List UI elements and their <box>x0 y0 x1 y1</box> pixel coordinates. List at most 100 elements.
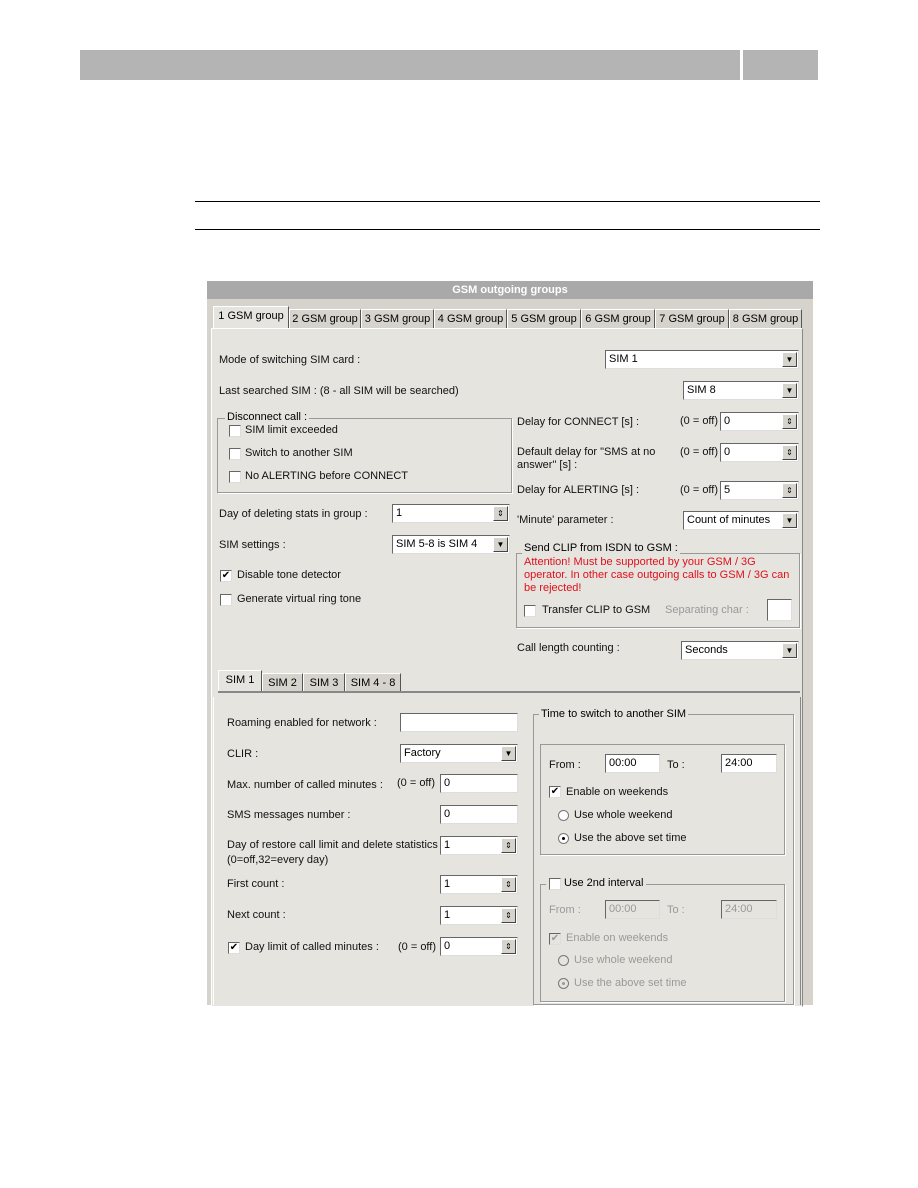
delay-sms-spinner[interactable]: 0 ⇕ <box>720 443 799 462</box>
call-length-value: Seconds <box>685 644 728 656</box>
last-searched-label: Last searched SIM : (8 - all SIM will be… <box>219 385 459 397</box>
separating-char-label: Separating char : <box>665 604 749 616</box>
spin-arrows-icon[interactable]: ⇕ <box>782 414 797 429</box>
call-length-select[interactable]: Seconds ▼ <box>681 641 799 660</box>
restore-day-spinner[interactable]: 1 ⇕ <box>440 836 518 855</box>
virtual-ring-checkbox[interactable] <box>220 594 232 606</box>
virtual-ring-label: Generate virtual ring tone <box>237 593 362 605</box>
next-count-value: 1 <box>444 909 451 921</box>
first-count-spinner[interactable]: 1 ⇕ <box>440 875 518 894</box>
enable-weekends-2-checkbox[interactable]: ✔ <box>549 933 561 945</box>
tab-sim-3[interactable]: SIM 3 <box>303 673 345 691</box>
tab-4-gsm-group[interactable]: 4 GSM group <box>434 309 507 328</box>
last-searched-value: SIM 8 <box>687 384 716 396</box>
tab-8-gsm-group[interactable]: 8 GSM group <box>729 309 802 328</box>
day-delete-label: Day of deleting stats in group : <box>219 508 368 520</box>
spin-arrows-icon[interactable]: ⇕ <box>782 445 797 460</box>
sim-limit-label: SIM limit exceeded <box>245 424 338 436</box>
transfer-clip-label: Transfer CLIP to GSM <box>542 604 651 616</box>
first-count-label: First count : <box>227 878 285 890</box>
day-limit-checkbox[interactable]: ✔ <box>228 942 240 954</box>
spin-arrows-icon[interactable]: ⇕ <box>501 838 516 853</box>
sms-number-label: SMS messages number : <box>227 809 351 821</box>
sim-settings-select[interactable]: SIM 5-8 is SIM 4 ▼ <box>392 535 510 554</box>
first-count-value: 1 <box>444 878 451 890</box>
page-header-bar <box>80 50 740 80</box>
whole-weekend-label: Use whole weekend <box>574 809 673 821</box>
mode-select[interactable]: SIM 1 ▼ <box>605 350 799 369</box>
next-count-spinner[interactable]: 1 ⇕ <box>440 906 518 925</box>
from-time-input[interactable]: 00:00 <box>605 754 660 773</box>
tab-5-gsm-group[interactable]: 5 GSM group <box>507 309 581 328</box>
tab-2-gsm-group[interactable]: 2 GSM group <box>289 309 361 328</box>
day-limit-spinner[interactable]: 0 ⇕ <box>440 937 518 956</box>
sim-tab-divider <box>218 691 800 693</box>
restore-day-hint: (0=off,32=every day) <box>227 854 329 866</box>
off-hint: (0 = off) <box>680 415 719 427</box>
tab-3-gsm-group[interactable]: 3 GSM group <box>361 309 434 328</box>
delay-connect-label: Delay for CONNECT [s] : <box>517 416 640 428</box>
above-time-radio[interactable] <box>558 833 569 844</box>
whole-weekend-2-radio[interactable] <box>558 955 569 966</box>
sim-settings-label: SIM settings : <box>219 539 286 551</box>
off-hint: (0 = off) <box>680 446 719 458</box>
tab-sim-1[interactable]: SIM 1 <box>218 670 262 691</box>
chevron-down-icon: ▼ <box>782 643 797 658</box>
delay-alert-spinner[interactable]: 5 ⇕ <box>720 481 799 500</box>
chevron-down-icon: ▼ <box>501 746 516 761</box>
roaming-input[interactable] <box>400 713 518 732</box>
to-time-2-input[interactable]: 24:00 <box>721 900 777 919</box>
restore-day-label: Day of restore call limit and delete sta… <box>227 839 445 851</box>
separating-char-input[interactable] <box>767 599 792 621</box>
tab-sim-4-8[interactable]: SIM 4 - 8 <box>345 673 401 691</box>
to-label: To : <box>667 904 685 916</box>
switch-sim-label: Switch to another SIM <box>245 447 353 459</box>
above-time-2-radio[interactable] <box>558 978 569 989</box>
divider <box>195 229 820 230</box>
clir-select[interactable]: Factory ▼ <box>400 744 518 763</box>
clir-label: CLIR : <box>227 748 259 760</box>
tab-7-gsm-group[interactable]: 7 GSM group <box>655 309 729 328</box>
delay-alert-value: 5 <box>724 484 731 496</box>
enable-weekends-2-label: Enable on weekends <box>566 932 669 944</box>
disable-tone-checkbox[interactable]: ✔ <box>220 570 232 582</box>
tab-1-gsm-group[interactable]: 1 GSM group <box>213 306 289 329</box>
chevron-down-icon: ▼ <box>782 352 797 367</box>
enable-weekends-label: Enable on weekends <box>566 786 669 798</box>
max-minutes-input[interactable]: 0 <box>440 774 518 793</box>
no-alerting-checkbox[interactable] <box>229 471 241 483</box>
from-label: From : <box>549 759 581 771</box>
no-alerting-label: No ALERTING before CONNECT <box>245 470 409 482</box>
last-searched-select[interactable]: SIM 8 ▼ <box>683 381 799 400</box>
above-time-label: Use the above set time <box>574 832 687 844</box>
day-delete-spinner[interactable]: 1 ⇕ <box>392 504 510 523</box>
to-time-input[interactable]: 24:00 <box>721 754 777 773</box>
spin-arrows-icon[interactable]: ⇕ <box>501 908 516 923</box>
switch-sim-checkbox[interactable] <box>229 448 241 460</box>
time-switch-legend: Time to switch to another SIM <box>539 708 689 720</box>
mode-value: SIM 1 <box>609 353 638 365</box>
delay-connect-value: 0 <box>724 415 731 427</box>
tab-6-gsm-group[interactable]: 6 GSM group <box>581 309 655 328</box>
day-limit-value: 0 <box>444 940 451 952</box>
enable-weekends-checkbox[interactable]: ✔ <box>549 786 561 798</box>
sim-limit-checkbox[interactable] <box>229 425 241 437</box>
spin-arrows-icon[interactable]: ⇕ <box>501 877 516 892</box>
to-label: To : <box>667 759 685 771</box>
tab-sim-2[interactable]: SIM 2 <box>262 673 303 691</box>
delay-connect-spinner[interactable]: 0 ⇕ <box>720 412 799 431</box>
spin-arrows-icon[interactable]: ⇕ <box>501 939 516 954</box>
minute-label: 'Minute' parameter : <box>517 514 614 526</box>
sms-number-input[interactable]: 0 <box>440 805 518 824</box>
minute-select[interactable]: Count of minutes ▼ <box>683 511 799 530</box>
whole-weekend-radio[interactable] <box>558 810 569 821</box>
delay-sms-value: 0 <box>724 446 731 458</box>
from-time-2-input[interactable]: 00:00 <box>605 900 660 919</box>
day-delete-value: 1 <box>396 507 403 519</box>
whole-weekend-2-label: Use whole weekend <box>574 954 673 966</box>
spin-arrows-icon[interactable]: ⇕ <box>782 483 797 498</box>
transfer-clip-checkbox[interactable] <box>524 605 536 617</box>
second-interval-checkbox[interactable] <box>549 878 561 890</box>
spin-arrows-icon[interactable]: ⇕ <box>493 506 508 521</box>
send-clip-legend: Send CLIP from ISDN to GSM : <box>522 542 680 554</box>
